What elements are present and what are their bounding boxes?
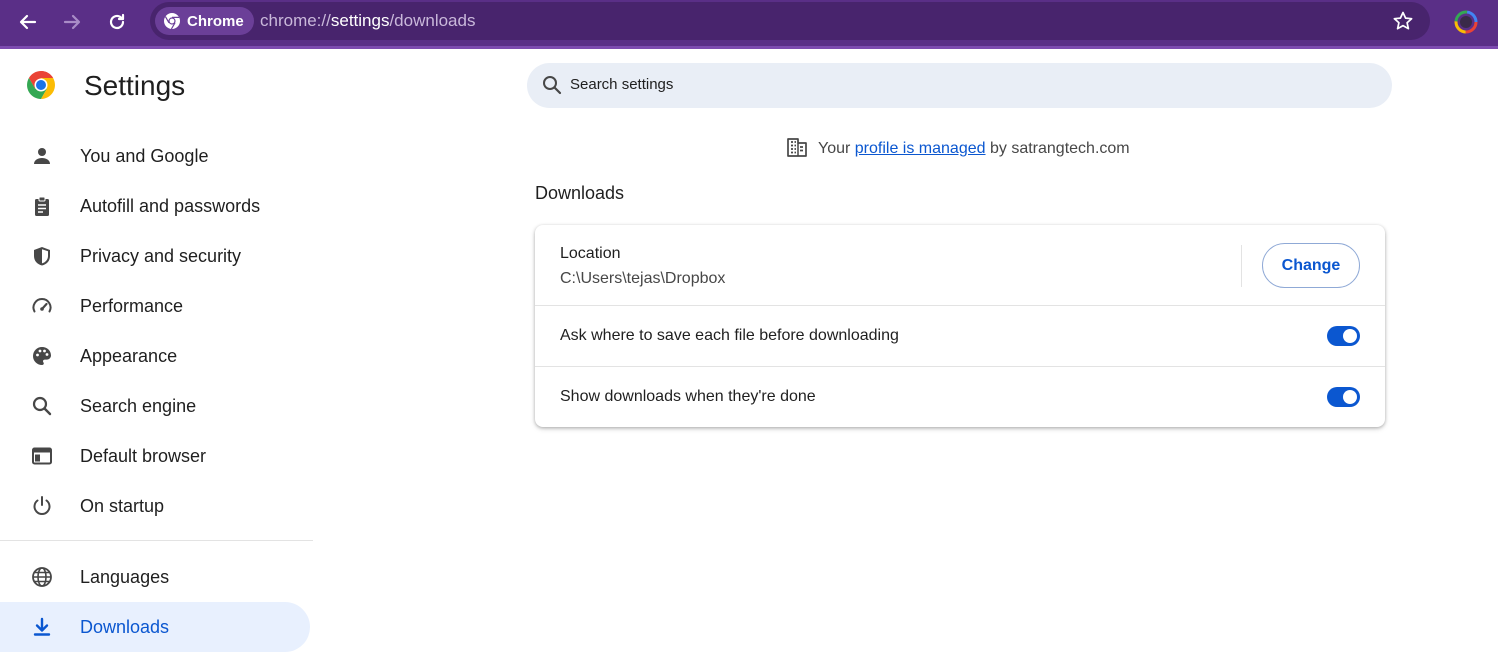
page-title: Settings: [84, 70, 186, 101]
sidebar-item-privacy[interactable]: Privacy and security: [0, 231, 310, 281]
show-downloads-row[interactable]: Show downloads when they're done: [535, 367, 1385, 427]
toggle-knob: [1343, 390, 1357, 404]
search-icon: [541, 74, 563, 96]
bookmark-star-button[interactable]: [1390, 8, 1416, 34]
sidebar-item-autofill[interactable]: Autofill and passwords: [0, 181, 310, 231]
url-text[interactable]: chrome://settings/downloads: [260, 11, 475, 31]
section-title-downloads: Downloads: [535, 183, 625, 203]
sidebar-item-label: You and Google: [80, 145, 209, 166]
sidebar-item-label: Autofill and passwords: [80, 195, 261, 216]
ask-where-label: Ask where to save each file before downl…: [560, 327, 899, 344]
ask-where-toggle[interactable]: [1327, 326, 1360, 346]
globe-icon: [30, 565, 54, 589]
ask-where-row[interactable]: Ask where to save each file before downl…: [535, 306, 1385, 366]
url-scheme: chrome://: [260, 11, 331, 30]
managed-prefix: Your: [818, 140, 851, 157]
chrome-logo-icon: [27, 71, 55, 99]
sidebar-divider: [0, 540, 313, 541]
url-path: /downloads: [389, 11, 476, 30]
sidebar-item-label: Languages: [80, 566, 170, 587]
change-location-button[interactable]: Change: [1262, 243, 1360, 288]
sidebar-item-appearance[interactable]: Appearance: [0, 331, 310, 381]
sidebar-item-label: On startup: [80, 495, 165, 516]
browser-window-icon: [30, 444, 54, 468]
search-settings-input[interactable]: Search settings: [527, 63, 1392, 108]
sidebar-item-performance[interactable]: Performance: [0, 281, 310, 331]
managed-suffix: by satrangtech.com: [989, 140, 1130, 157]
profile-managed-link[interactable]: profile is managed: [855, 140, 986, 157]
forward-button[interactable]: [56, 6, 88, 38]
profile-button[interactable]: [1452, 8, 1480, 36]
arrow-right-icon: [63, 14, 81, 30]
sidebar-item-label: Downloads: [80, 616, 170, 637]
arrow-left-icon: [19, 14, 37, 30]
location-row: Location C:\Users\tejas\Dropbox Change: [535, 225, 1385, 305]
location-label: Location: [560, 245, 621, 262]
sidebar-item-label: Performance: [80, 295, 184, 316]
sidebar-item-label: Search engine: [80, 395, 197, 416]
show-downloads-toggle[interactable]: [1327, 387, 1360, 407]
speedometer-icon: [30, 294, 54, 318]
reload-button[interactable]: [101, 6, 133, 38]
building-icon: [786, 136, 808, 163]
palette-icon: [30, 344, 54, 368]
site-chip[interactable]: Chrome: [155, 7, 254, 35]
reload-icon: [109, 13, 125, 30]
back-button[interactable]: [12, 6, 44, 38]
chrome-logo-icon: [164, 13, 180, 30]
sidebar-item-label: Default browser: [80, 445, 207, 466]
url-host: settings: [330, 11, 390, 30]
search-placeholder: Search settings: [570, 76, 674, 93]
show-downloads-label: Show downloads when they're done: [560, 388, 816, 405]
power-icon: [30, 494, 54, 518]
vertical-separator: [1241, 245, 1242, 287]
star-icon: [1393, 11, 1413, 30]
sidebar-item-search-engine[interactable]: Search engine: [0, 381, 310, 431]
managed-profile-notice: Your profile is managed by satrangtech.c…: [786, 137, 1130, 161]
browser-toolbar: Chrome chrome://settings/downloads: [0, 0, 1498, 49]
download-icon: [30, 615, 54, 639]
profile-ring-icon: [1454, 10, 1478, 34]
chrome-logo: [26, 70, 56, 100]
clipboard-icon: [30, 194, 54, 218]
toggle-knob: [1343, 329, 1357, 343]
downloads-settings-card: Location C:\Users\tejas\Dropbox Change A…: [535, 225, 1385, 427]
sidebar-item-on-startup[interactable]: On startup: [0, 481, 310, 531]
sidebar-item-default-browser[interactable]: Default browser: [0, 431, 310, 481]
sidebar-item-languages[interactable]: Languages: [0, 552, 310, 602]
search-icon: [30, 394, 54, 418]
site-chip-label: Chrome: [187, 12, 244, 30]
shield-icon: [30, 244, 54, 268]
sidebar-item-label: Privacy and security: [80, 245, 242, 266]
sidebar-item-label: Appearance: [80, 345, 178, 366]
sidebar-item-downloads[interactable]: Downloads: [0, 602, 310, 652]
location-path: C:\Users\tejas\Dropbox: [560, 270, 726, 287]
person-icon: [30, 144, 54, 168]
address-bar[interactable]: Chrome chrome://settings/downloads: [150, 2, 1430, 40]
sidebar-item-you-and-google[interactable]: You and Google: [0, 131, 310, 181]
